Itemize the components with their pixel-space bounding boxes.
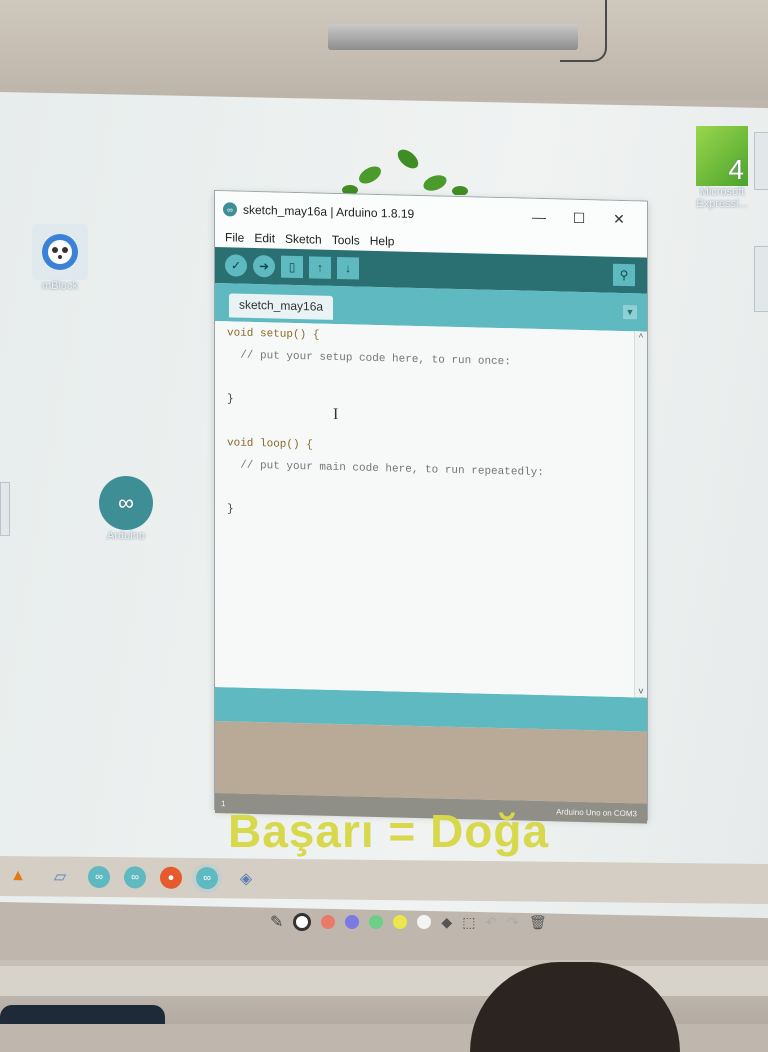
desktop-icon-mblock[interactable]: mBlock: [30, 224, 90, 292]
taskbar: ▲ ▱ ∞ ∞ ● ∞ ◈: [0, 855, 768, 905]
menu-sketch[interactable]: Sketch: [285, 232, 322, 247]
undo-icon[interactable]: ↶: [485, 914, 497, 931]
scroll-up-icon[interactable]: ^: [635, 331, 647, 343]
annotation-toolbar: ✎ ◆ ⬚ ↶ ↷ 🗑: [270, 908, 547, 936]
panda-gear-icon: [32, 224, 88, 280]
color-red[interactable]: [321, 915, 336, 929]
maximize-button[interactable]: ☐: [559, 209, 599, 227]
arduino-taskbar-icon-active[interactable]: ∞: [196, 867, 218, 890]
serial-monitor-button[interactable]: ⚲: [613, 263, 635, 287]
color-light[interactable]: [417, 915, 432, 929]
console-output[interactable]: [215, 721, 647, 804]
slogan-text: Başarı = Doğa: [228, 805, 550, 857]
notes-icon[interactable]: ▱: [46, 862, 74, 890]
arduino-infinity-icon: ∞: [99, 476, 153, 530]
editor-scrollbar[interactable]: ^ v: [634, 331, 647, 698]
tab-menu-button[interactable]: ▼: [623, 304, 637, 320]
select-icon[interactable]: ⬚: [462, 914, 475, 931]
menu-edit[interactable]: Edit: [254, 231, 275, 246]
desktop-icon-label: mBlock: [41, 280, 79, 292]
save-button[interactable]: ↓: [337, 257, 359, 280]
chevron-down-icon: ▼: [625, 307, 635, 318]
wall: [0, 0, 768, 100]
color-blue[interactable]: [345, 915, 360, 929]
pen-icon[interactable]: ✎: [270, 912, 283, 932]
package-icon[interactable]: ◈: [232, 864, 260, 892]
desktop-icon-microsoft-expression[interactable]: 4 Microsoft Expressi...: [694, 126, 750, 210]
arrow-down-icon: ↓: [345, 261, 351, 276]
tab-sketch[interactable]: sketch_may16a: [229, 293, 334, 320]
new-button[interactable]: ▯: [281, 255, 303, 279]
partial-desktop-icon[interactable]: [754, 132, 768, 190]
color-yellow[interactable]: [393, 915, 408, 929]
redo-icon[interactable]: ↷: [507, 914, 519, 931]
status-board: Arduino Uno on COM3: [556, 806, 637, 818]
minimize-button[interactable]: —: [519, 208, 559, 225]
text-cursor-icon: I: [333, 405, 339, 424]
wallpaper-leaves: [342, 149, 468, 195]
desktop-icon-label: Arduino: [107, 530, 145, 542]
partial-desktop-icon[interactable]: [0, 482, 10, 536]
cable: [560, 0, 607, 62]
status-line-number: 1: [221, 798, 226, 808]
eraser-icon[interactable]: ◆: [441, 914, 452, 931]
vlc-cone-icon[interactable]: ▲: [4, 862, 32, 890]
code-editor[interactable]: void setup() { // put your setup code he…: [215, 321, 647, 698]
partial-desktop-icon[interactable]: [754, 246, 768, 312]
upload-button[interactable]: ➜: [253, 254, 275, 278]
desktop-icon-label: Microsoft Expressi...: [696, 186, 748, 210]
new-file-icon: ▯: [288, 259, 296, 274]
arduino-app-icon: ∞: [223, 202, 237, 217]
color-green[interactable]: [369, 915, 384, 929]
menu-file[interactable]: File: [225, 230, 244, 244]
magnifier-icon: ⚲: [619, 267, 629, 283]
close-button[interactable]: ✕: [599, 210, 639, 228]
desktop-icon-arduino[interactable]: ∞ Arduino: [94, 476, 158, 542]
projector-mount: [328, 24, 578, 50]
scroll-down-icon[interactable]: v: [635, 685, 647, 697]
color-white-selected[interactable]: [293, 913, 312, 931]
window-title: sketch_may16a | Arduino 1.8.19: [243, 202, 415, 221]
arrow-up-icon: ↑: [317, 260, 323, 275]
arduino-taskbar-icon[interactable]: ∞: [124, 866, 146, 889]
open-button[interactable]: ↑: [309, 256, 331, 279]
trash-icon[interactable]: 🗑: [529, 914, 547, 931]
menu-tools[interactable]: Tools: [332, 233, 360, 248]
arrow-right-icon: ➜: [258, 259, 270, 274]
verify-button[interactable]: ✓: [225, 254, 247, 277]
presentation-icon[interactable]: ●: [160, 866, 182, 889]
arduino-ide-window: ∞ sketch_may16a | Arduino 1.8.19 — ☐ ✕ F…: [214, 190, 648, 824]
microsoft-expression-icon: 4: [696, 126, 748, 186]
foreground-object: [0, 1005, 165, 1024]
menu-help[interactable]: Help: [370, 234, 395, 249]
checkmark-icon: ✓: [230, 258, 242, 273]
arduino-taskbar-icon[interactable]: ∞: [88, 865, 110, 889]
